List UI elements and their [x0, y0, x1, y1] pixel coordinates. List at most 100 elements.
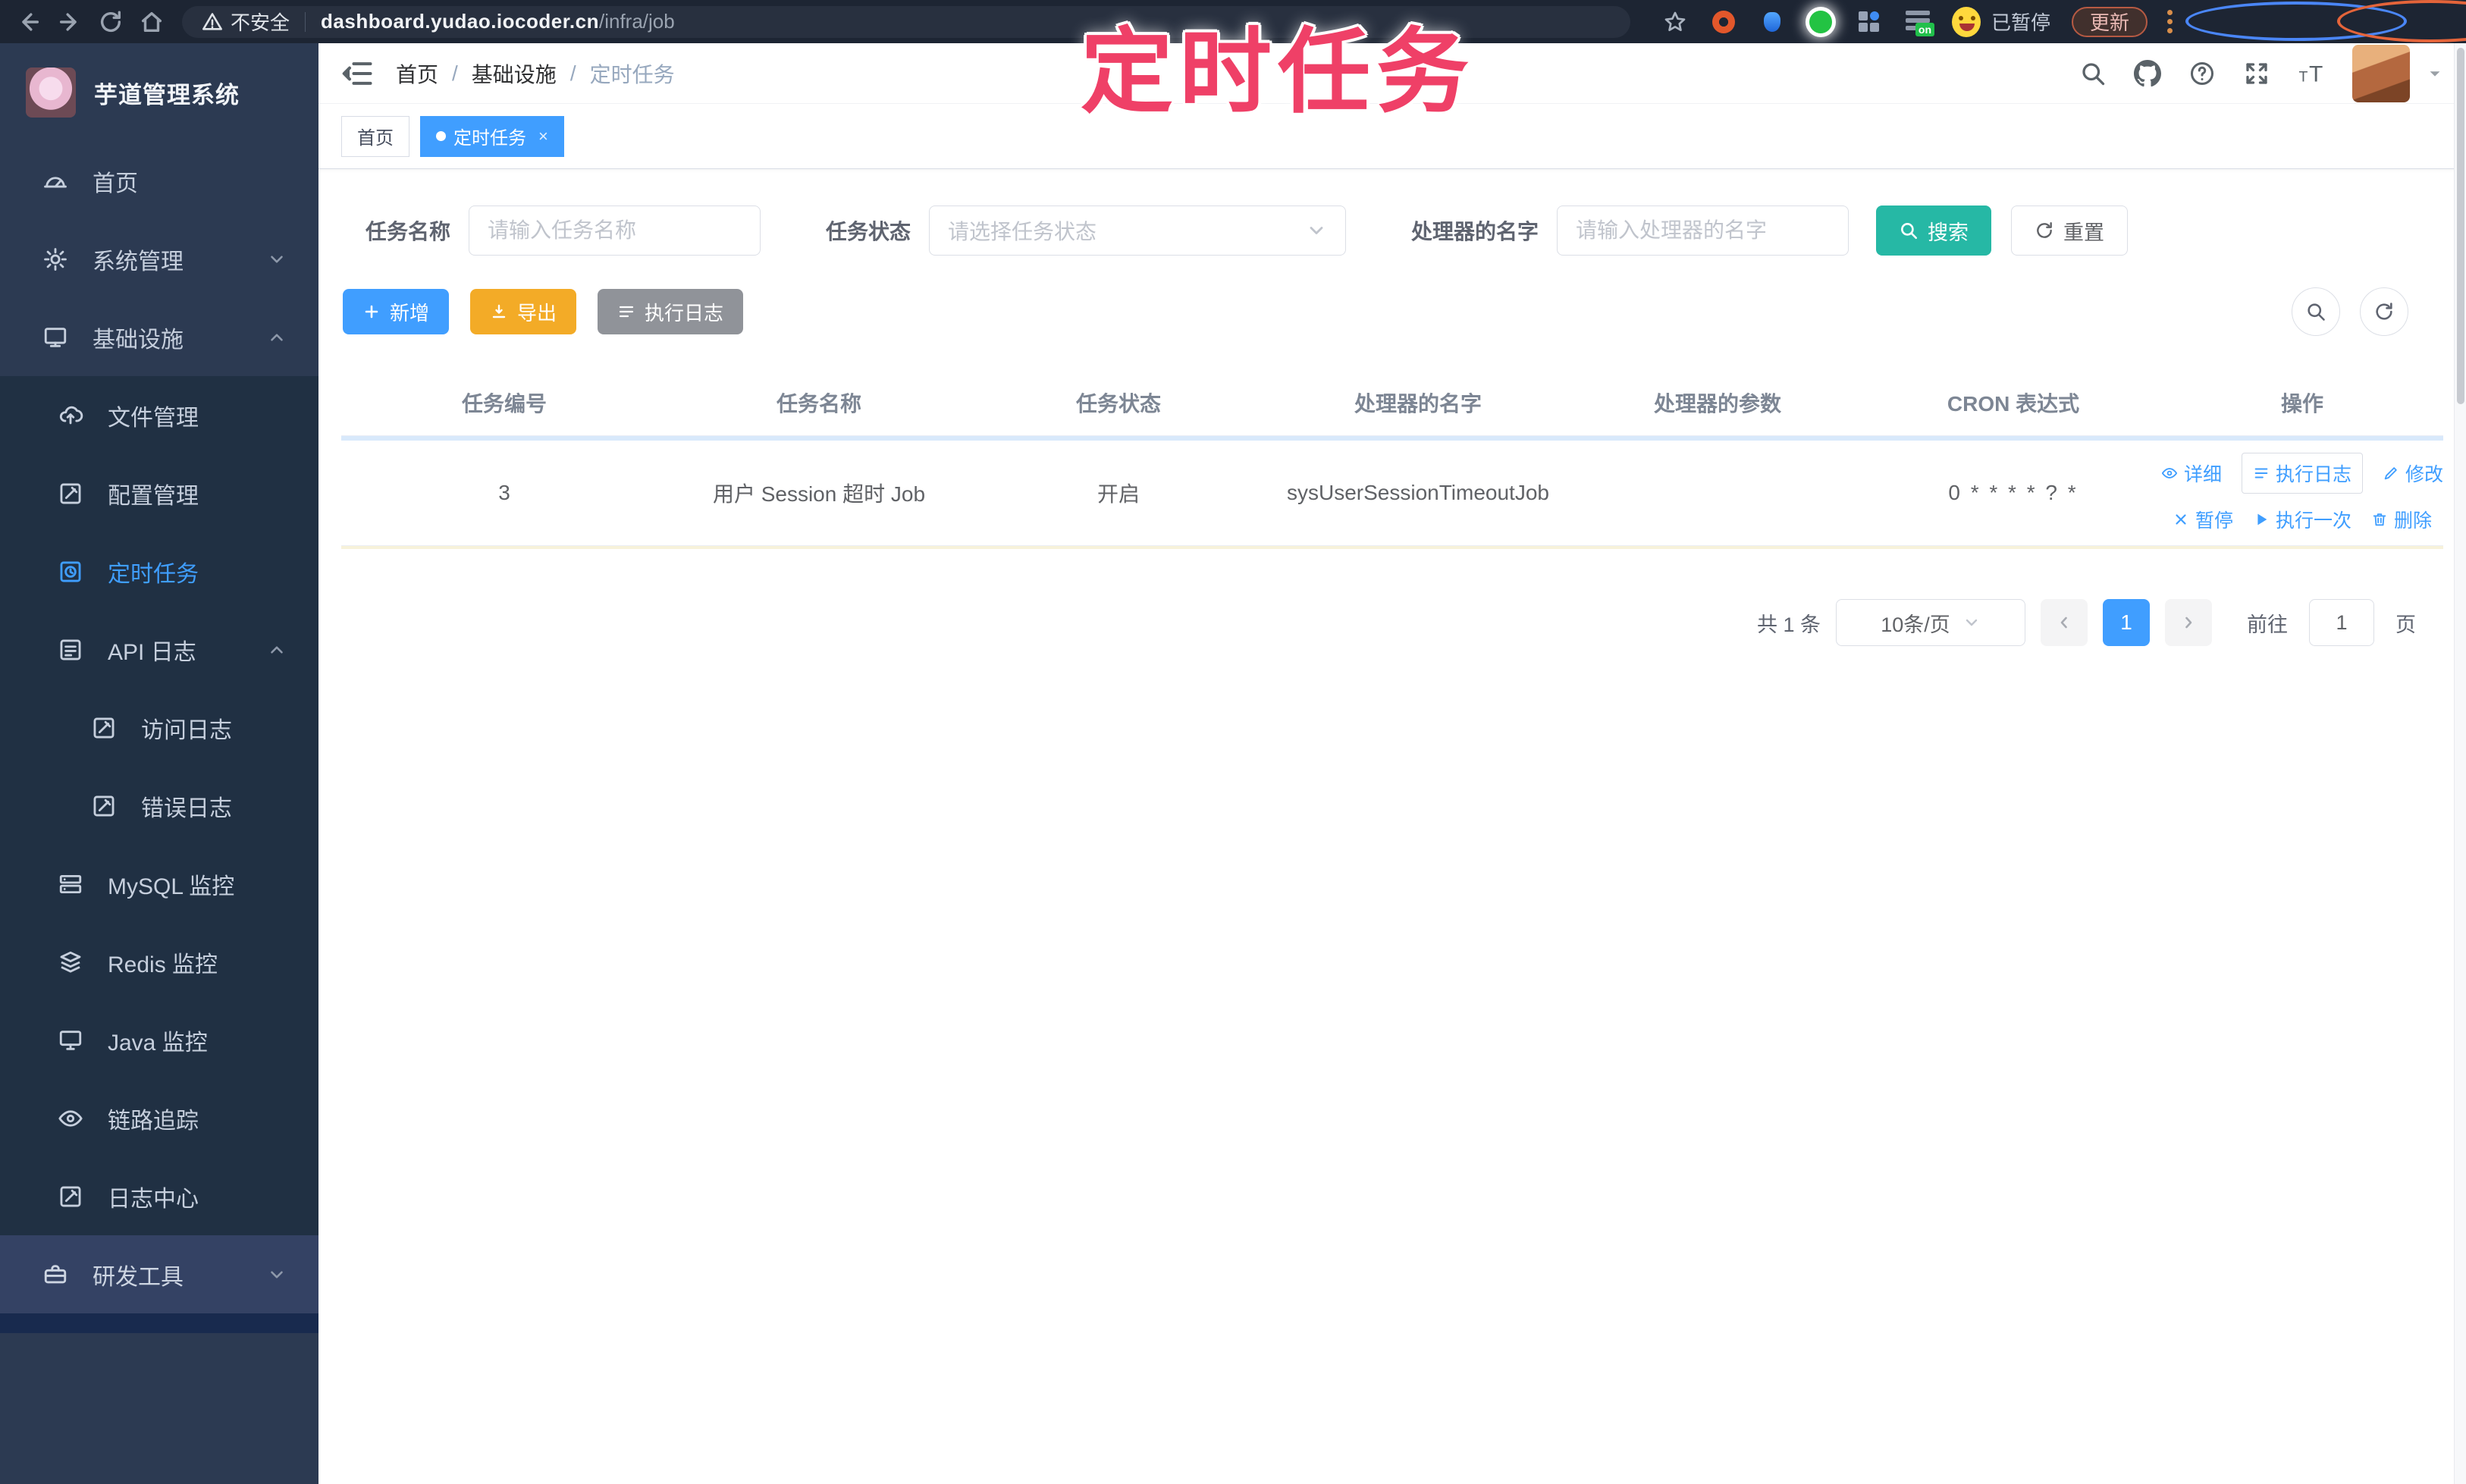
layers-icon [60, 951, 81, 972]
col-job-name: 任务名称 [776, 391, 861, 416]
next-page-button[interactable] [2165, 599, 2212, 646]
dashboard-icon [44, 176, 67, 187]
export-button[interactable]: 导出 [470, 289, 577, 334]
cloud-upload-icon [59, 406, 83, 424]
home-button[interactable] [136, 7, 167, 37]
back-button[interactable] [14, 7, 44, 37]
extension-grid[interactable] [1855, 8, 1884, 36]
search-icon[interactable] [2079, 60, 2107, 87]
search-button[interactable]: 搜索 [1876, 206, 1992, 256]
extension-green[interactable] [1806, 8, 1835, 36]
sidebar-item-label: API 日志 [108, 639, 196, 665]
job-status-select[interactable]: 请选择任务状态 [929, 206, 1347, 256]
row-exec-log-link[interactable]: 执行日志 [2242, 453, 2363, 494]
sidebar-item-redis-monitor[interactable]: Redis 监控 [0, 923, 318, 1001]
detail-link[interactable]: 详细 [2161, 460, 2222, 487]
sidebar-item-scheduled-jobs[interactable]: 定时任务 [0, 532, 318, 610]
update-button[interactable]: 更新 [2072, 6, 2148, 37]
add-button[interactable]: 新增 [343, 289, 450, 334]
refresh-icon [2376, 303, 2392, 320]
sidebar-item-home[interactable]: 首页 [0, 142, 318, 220]
edit-icon [93, 717, 115, 738]
sidebar-item-label: 研发工具 [93, 1264, 184, 1290]
breadcrumb: 首页 / 基础设施 / 定时任务 [396, 58, 675, 89]
reset-button[interactable]: 重置 [2011, 206, 2129, 256]
reload-button[interactable] [96, 7, 126, 37]
handler-name-input[interactable] [1557, 206, 1850, 256]
exec-log-button[interactable]: 执行日志 [598, 289, 744, 334]
font-size-icon[interactable]: TT [2298, 60, 2325, 87]
prev-page-button[interactable] [2041, 599, 2088, 646]
green-extension-icon [1809, 10, 1832, 33]
sidebar-bottom-strip [0, 1313, 318, 1333]
browser-menu-button[interactable] [2167, 10, 2173, 33]
breadcrumb-home[interactable]: 首页 [396, 58, 438, 89]
col-handler-name: 处理器的名字 [1354, 391, 1482, 416]
toolbox-icon [44, 1264, 67, 1283]
sidebar-item-mysql-monitor[interactable]: MySQL 监控 [0, 845, 318, 923]
delete-link-label: 删除 [2394, 510, 2433, 532]
sidebar-item-file-management[interactable]: 文件管理 [0, 376, 318, 454]
breadcrumb-section[interactable]: 基础设施 [472, 58, 557, 89]
edit-link[interactable]: 修改 [2383, 460, 2443, 487]
refresh-table-button[interactable] [2360, 287, 2408, 336]
bookmark-star-button[interactable] [1661, 8, 1689, 36]
url-divider [305, 11, 306, 32]
app-logo-row: 芋道管理系统 [0, 43, 318, 142]
pause-link[interactable]: 暂停 [2173, 506, 2233, 533]
sidebar-item-java-monitor[interactable]: Java 监控 [0, 1001, 318, 1079]
sidebar-item-trace[interactable]: 链路追踪 [0, 1079, 318, 1157]
chevron-down-icon [1310, 227, 1323, 234]
job-name-input[interactable] [469, 206, 761, 256]
security-label: 不安全 [231, 11, 290, 34]
extension-switch[interactable]: on [1903, 8, 1934, 36]
sidebar-collapse-button[interactable] [341, 57, 375, 90]
forward-button[interactable] [55, 7, 85, 37]
fullscreen-icon[interactable] [2243, 60, 2270, 87]
sidebar-item-access-log[interactable]: 访问日志 [0, 689, 318, 767]
page-content: 任务名称 任务状态 请选择任务状态 处理器的名字 搜索 [318, 169, 2466, 1484]
col-job-id: 任务编号 [461, 391, 547, 416]
star-icon [1664, 11, 1686, 31]
sidebar-item-dev-tools[interactable]: 研发工具 [0, 1235, 318, 1313]
breadcrumb-current: 定时任务 [589, 62, 675, 86]
extension-emoji[interactable] [1952, 6, 1981, 37]
cell-job-id: 3 [498, 481, 510, 504]
table-row: 3 用户 Session 超时 Job 开启 sysUserSessionTim… [341, 441, 2443, 546]
delete-link[interactable]: 删除 [2371, 506, 2432, 533]
extension-blue[interactable] [1758, 8, 1787, 36]
run-once-link[interactable]: 执行一次 [2253, 506, 2351, 533]
user-avatar[interactable] [2352, 44, 2410, 102]
toggle-search-button[interactable] [2292, 287, 2340, 336]
list-icon [2254, 468, 2268, 478]
sidebar-item-log-center[interactable]: 日志中心 [0, 1157, 318, 1235]
sidebar-item-config-management[interactable]: 配置管理 [0, 454, 318, 532]
browser-scrollbar[interactable] [2454, 43, 2466, 1484]
goto-page-input[interactable] [2309, 599, 2374, 646]
eye-icon [58, 1109, 83, 1127]
page-size-select[interactable]: 10条/页 [1836, 599, 2025, 646]
sidebar-item-label: 定时任务 [108, 561, 199, 587]
sidebar-item-infra[interactable]: 基础设施 [0, 298, 318, 376]
tag-home[interactable]: 首页 [341, 115, 409, 157]
download-icon [492, 304, 506, 318]
tag-close-icon[interactable]: × [538, 127, 548, 146]
sidebar-item-label: 文件管理 [108, 405, 199, 431]
export-button-label: 导出 [517, 301, 557, 325]
github-icon[interactable] [2134, 59, 2161, 87]
caret-down-icon[interactable] [2427, 65, 2443, 82]
page-number-active[interactable]: 1 [2103, 599, 2150, 646]
sidebar-item-system[interactable]: 系统管理 [0, 220, 318, 298]
sidebar-item-api-log[interactable]: API 日志 [0, 610, 318, 689]
tag-scheduled-jobs[interactable]: 定时任务 × [420, 115, 564, 157]
timer-icon [60, 561, 81, 582]
scrollbar-thumb[interactable] [2456, 48, 2464, 404]
url-path: /infra/job [598, 10, 675, 33]
emoji-extension-icon [1952, 6, 1981, 37]
sidebar-item-error-log[interactable]: 错误日志 [0, 767, 318, 845]
col-job-status: 任务状态 [1075, 391, 1161, 416]
sidebar-item-label: 系统管理 [93, 249, 184, 275]
help-icon[interactable] [2188, 60, 2216, 87]
trash-icon [2373, 513, 2386, 526]
extension-orange[interactable] [1709, 8, 1738, 36]
